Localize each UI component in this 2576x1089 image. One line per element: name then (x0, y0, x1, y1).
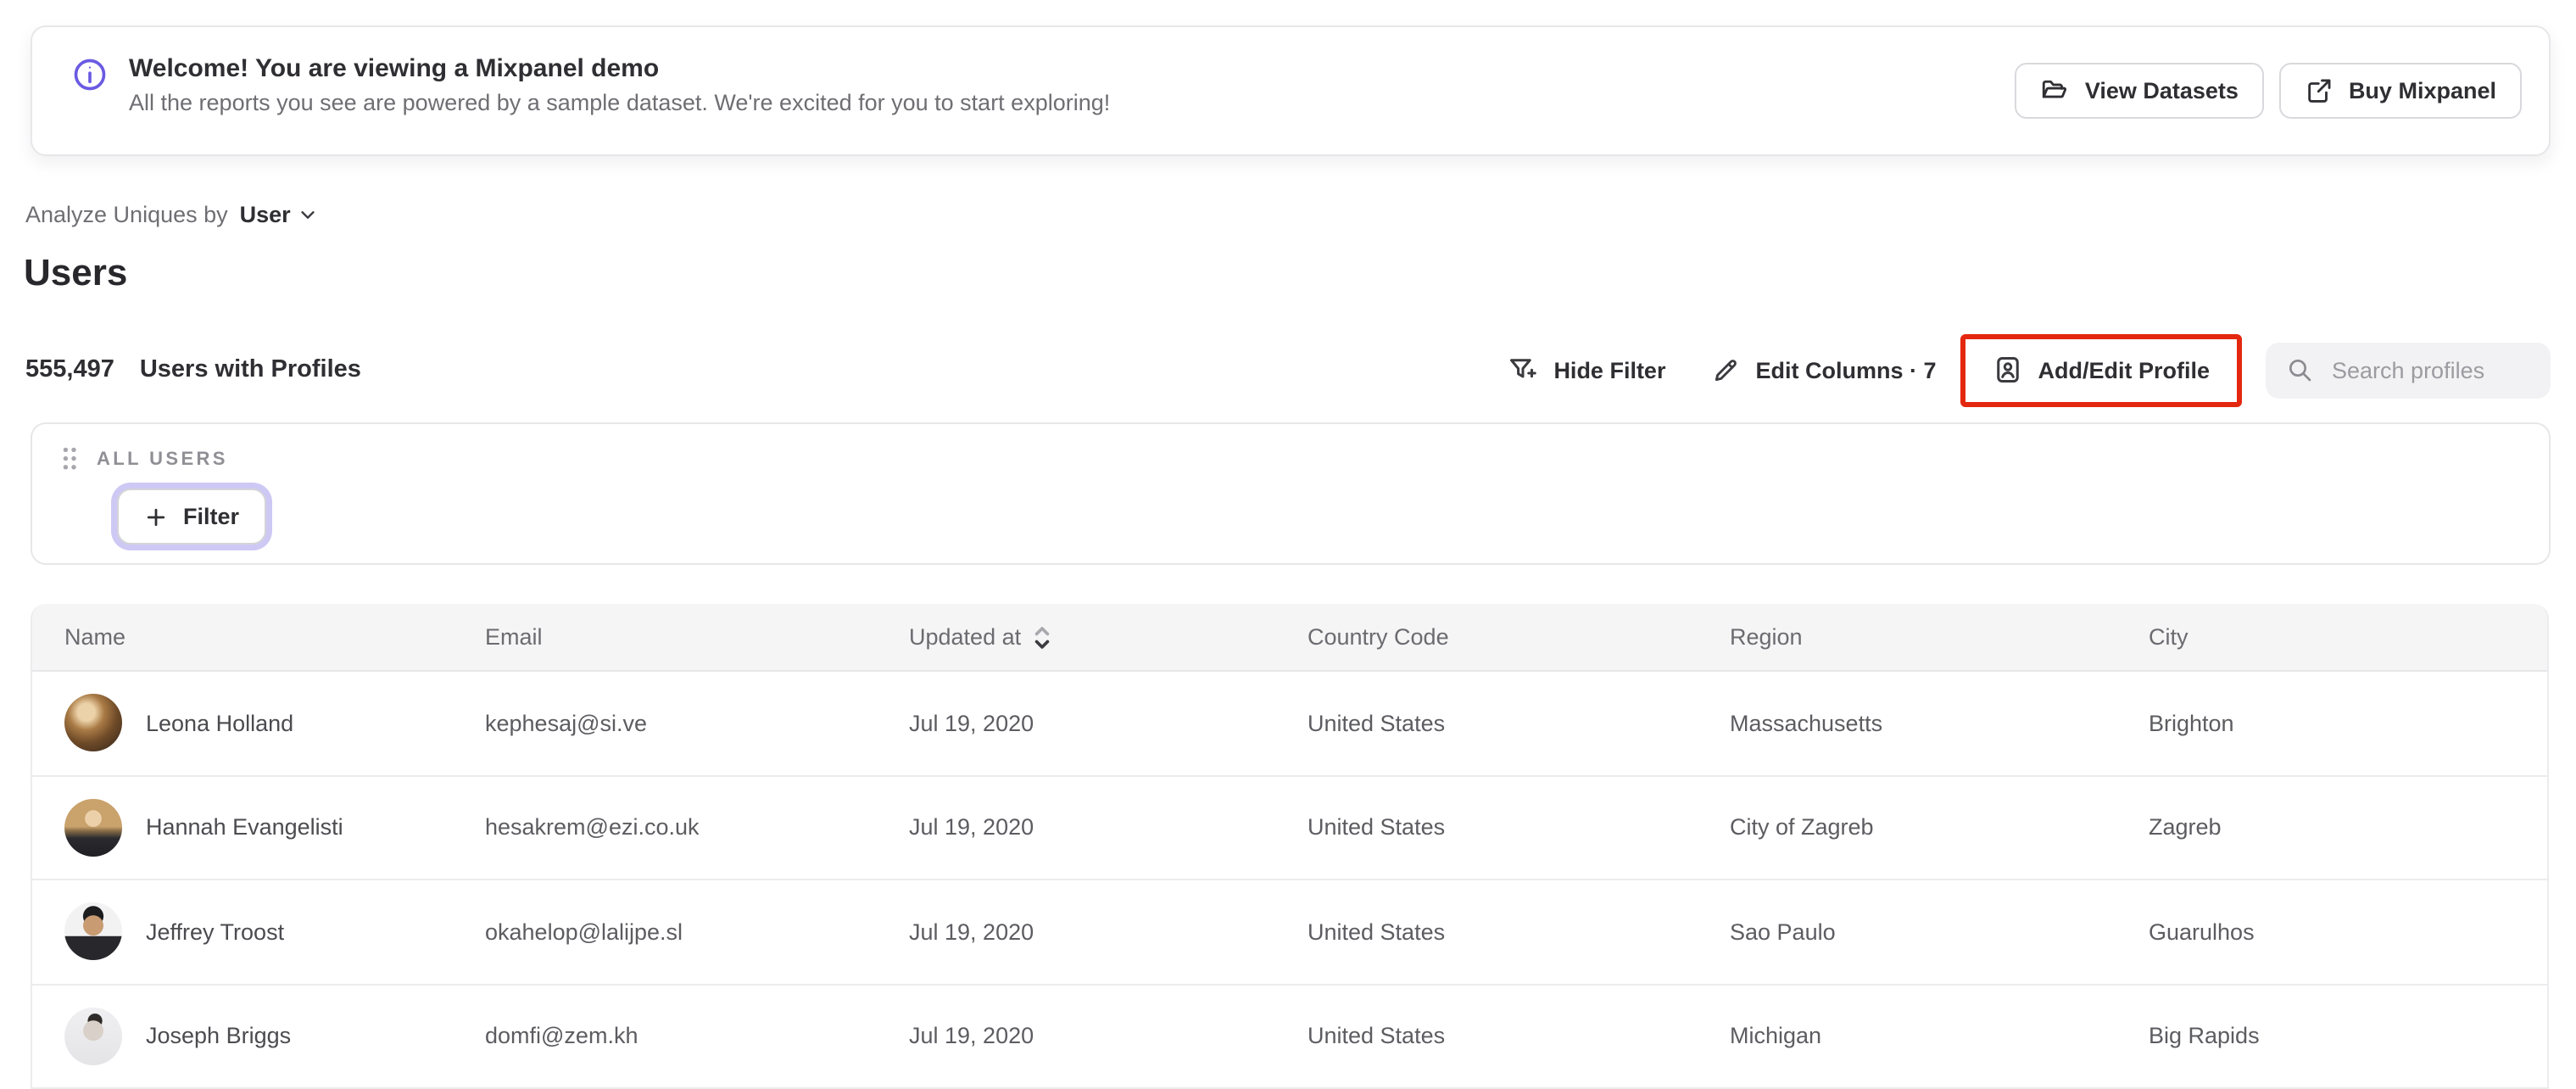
analyze-uniques-row: Analyze Uniques by User (25, 202, 318, 227)
search-icon (2286, 356, 2313, 383)
column-header-updated-at[interactable]: Updated at (909, 623, 1308, 651)
user-region: Michigan (1730, 1023, 1822, 1049)
add-filter-button[interactable]: Filter (117, 489, 267, 544)
user-name: Joseph Briggs (146, 1023, 292, 1049)
user-name: Leona Holland (146, 710, 294, 736)
user-city: Zagreb (2149, 814, 2222, 840)
column-header-country-code[interactable]: Country Code (1308, 624, 1730, 650)
banner-actions: View Datasets Buy Mixpanel (2015, 63, 2522, 119)
users-table: Name Email Updated at Country Code Regio… (31, 604, 2549, 1089)
external-link-icon (2305, 76, 2333, 105)
info-icon (71, 56, 109, 93)
user-name-cell: Jeffrey Troost (64, 902, 485, 961)
user-region: Sao Paulo (1730, 919, 1836, 945)
buy-mixpanel-label: Buy Mixpanel (2348, 78, 2496, 103)
user-updated-at: Jul 19, 2020 (909, 814, 1034, 840)
user-updated-at: Jul 19, 2020 (909, 710, 1034, 736)
all-users-group-label: ALL USERS (97, 449, 228, 469)
buy-mixpanel-button[interactable]: Buy Mixpanel (2278, 63, 2522, 119)
user-country-code: United States (1308, 814, 1446, 840)
user-name: Jeffrey Troost (146, 919, 285, 945)
table-row[interactable]: Leona Holland kephesaj@si.ve Jul 19, 202… (32, 672, 2547, 776)
toolbar-actions: Hide Filter Edit Columns · 7 Add/Edit Pr… (1508, 333, 2551, 406)
user-country-code: United States (1308, 710, 1446, 736)
column-header-name[interactable]: Name (64, 624, 485, 650)
avatar (64, 902, 122, 961)
edit-columns-label: Edit Columns · 7 (1755, 357, 1937, 383)
drag-handle-icon[interactable] (61, 446, 78, 472)
user-email: kephesaj@si.ve (485, 710, 648, 736)
table-row[interactable]: Joseph Briggs domfi@zem.kh Jul 19, 2020 … (32, 985, 2547, 1089)
user-updated-at: Jul 19, 2020 (909, 1023, 1034, 1049)
user-name: Hannah Evangelisti (146, 814, 343, 840)
welcome-banner: Welcome! You are viewing a Mixpanel demo… (31, 25, 2551, 156)
user-city: Brighton (2149, 710, 2234, 736)
column-header-region[interactable]: Region (1730, 624, 2149, 650)
user-email: hesakrem@ezi.co.uk (485, 814, 700, 840)
plus-icon (144, 505, 168, 528)
analyze-uniques-label: Analyze Uniques by (25, 202, 228, 227)
avatar (64, 1007, 122, 1065)
user-email: okahelop@lalijpe.sl (485, 919, 683, 945)
user-name-cell: Leona Holland (64, 694, 485, 752)
analyze-uniques-selector[interactable]: User (240, 202, 318, 227)
edit-columns-button[interactable]: Edit Columns · 7 (1711, 355, 1937, 384)
analyze-uniques-value: User (239, 202, 291, 227)
user-region: City of Zagreb (1730, 814, 1874, 840)
page-title: Users (24, 251, 128, 293)
table-row[interactable]: Hannah Evangelisti hesakrem@ezi.co.uk Ju… (32, 776, 2547, 880)
pencil-icon (1711, 355, 1740, 384)
add-edit-profile-label: Add/Edit Profile (2038, 357, 2211, 383)
hide-filter-label: Hide Filter (1553, 357, 1666, 383)
user-name-cell: Joseph Briggs (64, 1007, 485, 1065)
banner-subtitle: All the reports you see are powered by a… (129, 90, 1111, 115)
user-country-code: United States (1308, 1023, 1446, 1049)
user-email: domfi@zem.kh (485, 1023, 638, 1049)
user-name-cell: Hannah Evangelisti (64, 798, 485, 857)
filter-card: ALL USERS Filter (31, 422, 2551, 565)
view-datasets-button[interactable]: View Datasets (2015, 63, 2264, 119)
banner-title: Welcome! You are viewing a Mixpanel demo (129, 54, 660, 83)
folder-icon (2041, 76, 2070, 105)
toolbar-row: 555,497 Users with Profiles Hide Filter (25, 332, 2551, 407)
user-updated-at: Jul 19, 2020 (909, 919, 1034, 945)
users-page: Welcome! You are viewing a Mixpanel demo… (0, 0, 2576, 1089)
user-country-code: United States (1308, 919, 1446, 945)
add-edit-profile-button[interactable]: Add/Edit Profile (1993, 355, 2211, 385)
table-row[interactable]: Jeffrey Troost okahelop@lalijpe.sl Jul 1… (32, 880, 2547, 985)
user-city: Big Rapids (2149, 1023, 2260, 1049)
table-header-row: Name Email Updated at Country Code Regio… (32, 604, 2547, 672)
avatar (64, 694, 122, 752)
annotation-highlight: Add/Edit Profile (1960, 333, 2242, 406)
hide-filter-button[interactable]: Hide Filter (1508, 355, 1665, 385)
user-city: Guarulhos (2149, 919, 2255, 945)
add-filter-label: Filter (183, 504, 240, 529)
user-region: Massachusetts (1730, 710, 1883, 736)
column-header-city[interactable]: City (2149, 624, 2547, 650)
profiles-count: 555,497 (25, 356, 114, 383)
sort-icon (1033, 623, 1051, 651)
chevron-down-icon (299, 205, 318, 224)
profile-card-icon (1993, 355, 2023, 385)
search-profiles-input[interactable] (2328, 355, 2539, 384)
profiles-count-label: Users with Profiles (139, 356, 361, 383)
avatar (64, 798, 122, 857)
column-header-email[interactable]: Email (485, 624, 909, 650)
filter-plus-icon (1508, 355, 1538, 385)
search-profiles-box (2266, 342, 2551, 398)
view-datasets-label: View Datasets (2084, 78, 2239, 103)
